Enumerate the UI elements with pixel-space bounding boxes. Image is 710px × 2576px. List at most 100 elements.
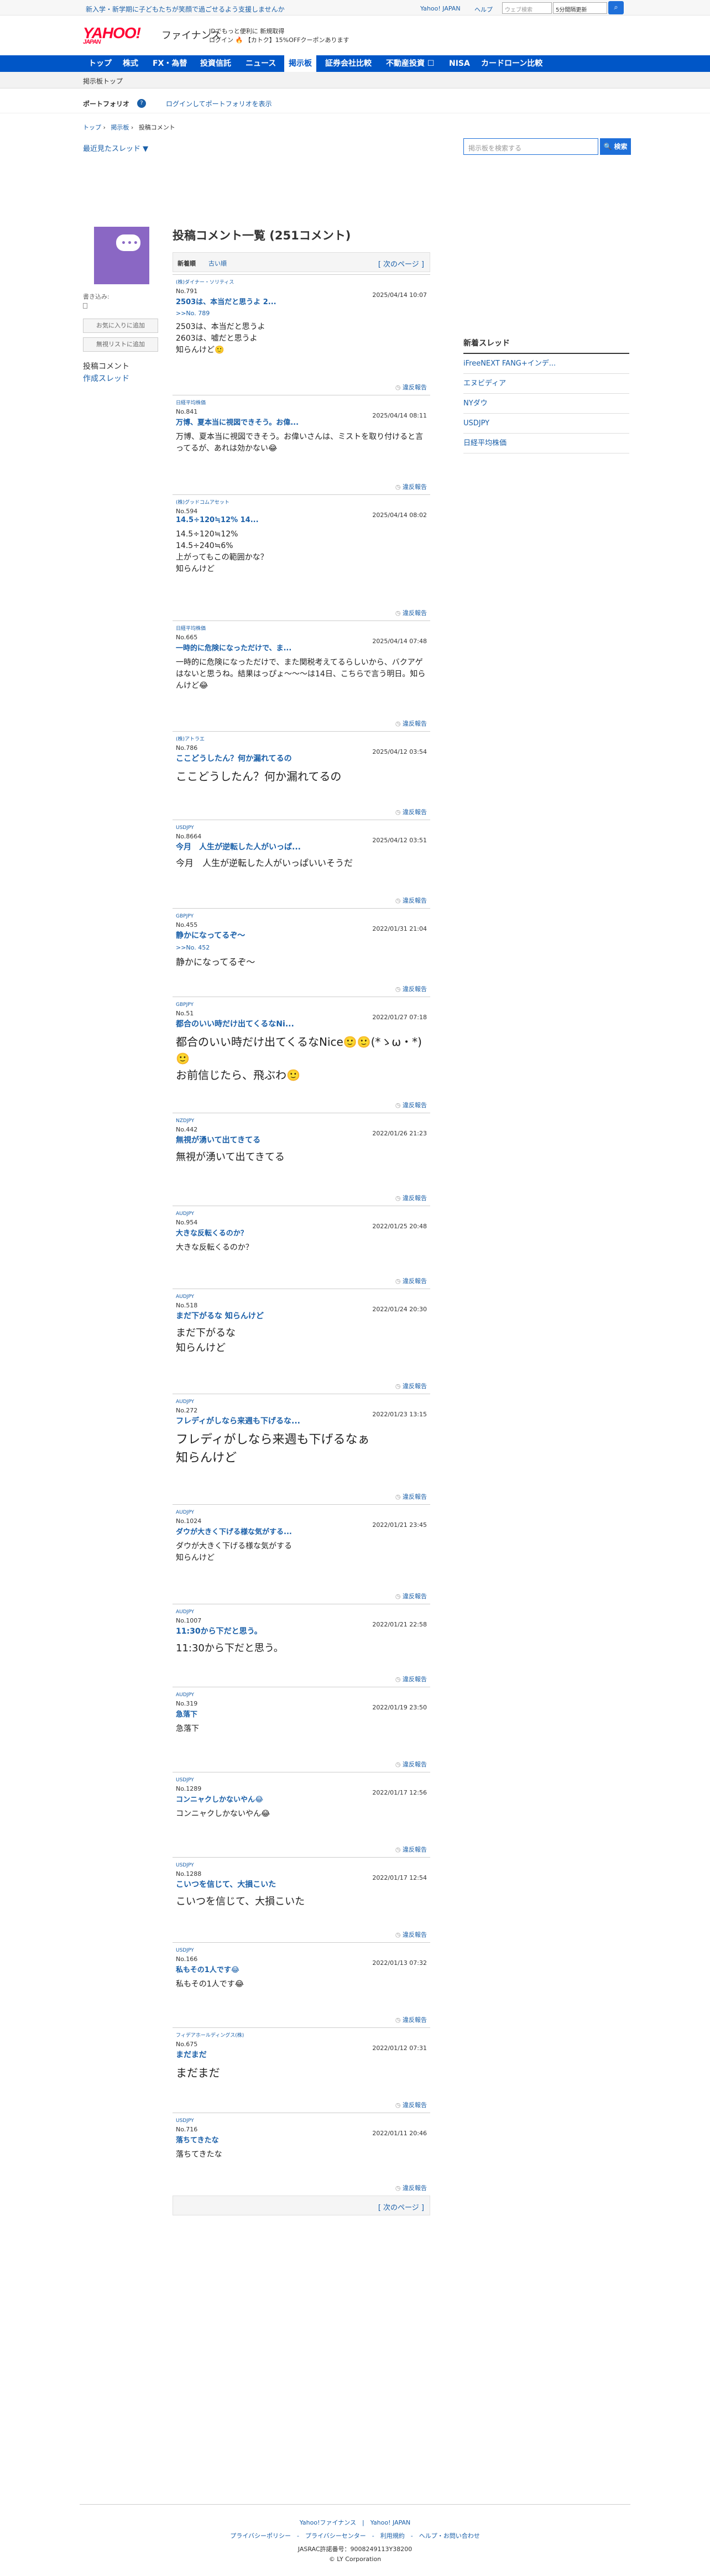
post-stock-link[interactable]: USDJPY	[176, 825, 427, 832]
board-search-button[interactable]: 🔍 検索	[600, 138, 631, 155]
report-link[interactable]: 違反報告	[395, 1492, 427, 1501]
post-stock-link[interactable]: AUDJPY	[176, 1211, 427, 1218]
sidebar-item-posts[interactable]: 投稿コメント	[83, 361, 129, 372]
tab-newest[interactable]: 新着順	[178, 259, 196, 268]
post-item: (株)ダイナー・ソリティス No.791 2025/04/14 10:07 2503は…	[173, 274, 430, 395]
report-link[interactable]: 違反報告	[395, 896, 427, 905]
login-promo[interactable]: ログイン 🔥 【カトク】15%OFFクーポンあります	[209, 35, 349, 44]
report-link[interactable]: 違反報告	[395, 1193, 427, 1202]
breadcrumb-board[interactable]: 掲示板	[111, 124, 129, 131]
post-item: 日経平均株価 No.841 2025/04/14 08:11 万博、夏本当に視図できそ…	[173, 395, 430, 494]
post-stock-link[interactable]: フィデアホールディングス(株)	[176, 2032, 427, 2040]
nav-item[interactable]: FX・為替	[153, 55, 187, 72]
report-link[interactable]: 違反報告	[395, 608, 427, 617]
post-stock-link[interactable]: 日経平均株価	[176, 400, 427, 407]
tab-oldest[interactable]: 古い順	[208, 259, 227, 268]
post-stock-link[interactable]: USDJPY	[176, 1862, 427, 1869]
post-body: 無視が湧いて出てきてる	[176, 1151, 285, 1163]
post-stock-link[interactable]: NZDJPY	[176, 1118, 427, 1125]
post-stock-link[interactable]: AUDJPY	[176, 1294, 427, 1301]
breadcrumb-top[interactable]: トップ	[83, 124, 101, 131]
post-stock-link[interactable]: USDJPY	[176, 1777, 427, 1784]
post-reply-link[interactable]: >>No. 452	[176, 944, 427, 951]
post-stock-link[interactable]: 日経平均株価	[176, 625, 427, 633]
web-search-input[interactable]: ウェブ検索	[502, 2, 552, 14]
nav-item[interactable]: ニュース	[246, 55, 276, 72]
post-date: 2022/01/21 23:45	[372, 1521, 427, 1529]
report-link[interactable]: 違反報告	[395, 482, 427, 491]
yahoo-logo[interactable]: YAHOO! JAPAN	[83, 24, 141, 45]
portfolio-login-link[interactable]: ログインしてポートフォリオを表示	[166, 99, 272, 108]
report-link[interactable]: 違反報告	[395, 1101, 427, 1109]
post-date: 2022/01/17 12:56	[372, 1789, 427, 1796]
post-body: 今月 人生が逆転した人がいっぱいいそうだ	[176, 858, 353, 868]
next-page-link[interactable]: [ 次のページ ]	[378, 258, 424, 269]
post-stock-link[interactable]: GBPJPY	[176, 1002, 427, 1009]
post-stock-link[interactable]: AUDJPY	[176, 1609, 427, 1616]
report-link[interactable]: 違反報告	[395, 1276, 427, 1285]
nav-item[interactable]: トップ	[88, 55, 112, 72]
report-link[interactable]: 違反報告	[395, 807, 427, 816]
yahoo-japan-link[interactable]: Yahoo! JAPAN	[420, 5, 461, 12]
new-thread-item[interactable]: エヌビディア	[463, 374, 629, 394]
post-stock-link[interactable]: AUDJPY	[176, 1509, 427, 1516]
report-link[interactable]: 違反報告	[395, 1845, 427, 1854]
board-top-link[interactable]: 掲示板トップ	[83, 76, 123, 86]
new-thread-item[interactable]: 日経平均株価	[463, 434, 629, 453]
nav-item[interactable]: 証券会社比較	[325, 55, 372, 72]
post-stock-link[interactable]: USDJPY	[176, 2118, 427, 2125]
nav-item[interactable]: 不動産投資 ☐	[386, 55, 434, 72]
next-page-link-bottom[interactable]: [ 次のページ ]	[378, 2202, 424, 2212]
search-icon[interactable]: ⌕	[608, 1, 624, 14]
post-reply-link[interactable]: >>No. 789	[176, 310, 427, 317]
recent-threads-toggle[interactable]: 最近見たスレッド ▼	[83, 143, 148, 153]
report-link[interactable]: 違反報告	[395, 2183, 427, 2192]
footer-jasrac: JASRAC許諾番号：9008249113Y38200	[297, 2546, 413, 2553]
post-body: 14.5÷120≒12% 14.5÷240≒6% 上がってもこの範囲かな？ 知ら…	[176, 530, 268, 573]
nav-item[interactable]: カードローン比較	[481, 55, 542, 72]
post-body: コンニャクしかないやん😂	[176, 1810, 270, 1818]
add-ignore-button[interactable]: 無視リストに追加	[83, 337, 158, 352]
post-stock-link[interactable]: (株)グッドコムアセット	[176, 499, 427, 507]
new-thread-item[interactable]: NYダウ	[463, 394, 629, 414]
promo-link[interactable]: 新入学・新学期に子どもたちが笑顔で過ごせるよう支援しませんか	[86, 4, 285, 14]
post-item: 日経平均株価 No.665 2025/04/14 07:48 一時的に危険になっただけ…	[173, 620, 430, 731]
report-link[interactable]: 違反報告	[395, 2015, 427, 2024]
post-body: 静かになってるぞ〜	[176, 957, 255, 967]
post-stock-link[interactable]: AUDJPY	[176, 1692, 427, 1699]
post-stock-link[interactable]: (株)ダイナー・ソリティス	[176, 279, 427, 286]
new-thread-item[interactable]: iFreeNEXT FANG+インデ...	[463, 354, 629, 374]
report-link[interactable]: 違反報告	[395, 719, 427, 728]
report-link[interactable]: 違反報告	[395, 1675, 427, 1683]
owner-label: 書き込み:	[83, 293, 109, 300]
add-favorite-button[interactable]: お気に入りに追加	[83, 319, 158, 333]
footer-policy-links[interactable]: プライバシーポリシー - プライバシーセンター - 利用規約 - ヘルプ・お問い…	[80, 2531, 630, 2540]
report-link[interactable]: 違反報告	[395, 383, 427, 392]
report-link[interactable]: 違反報告	[395, 2100, 427, 2109]
nav-item[interactable]: 株式	[123, 55, 138, 72]
nav-item[interactable]: 投資信託	[200, 55, 231, 72]
post-item: AUDJPYNo.3192022/01/19 23:50急落下急落下違反報告	[173, 1687, 430, 1772]
sidebar-item-threads[interactable]: 作成スレッド	[83, 373, 129, 384]
nav-item-active[interactable]: 掲示板	[284, 55, 316, 72]
post-date: 2022/01/27 07:18	[372, 1014, 427, 1021]
post-stock-link[interactable]: AUDJPY	[176, 1399, 427, 1406]
new-thread-item[interactable]: USDJPY	[463, 414, 629, 434]
report-link[interactable]: 違反報告	[395, 1381, 427, 1390]
post-stock-link[interactable]: (株)アトラエ	[176, 736, 427, 743]
post-date: 2025/04/14 08:02	[372, 512, 427, 519]
post-item: (株)アトラエ No.786 2025/04/12 03:54 ここどうしたん？何か漏…	[173, 731, 430, 820]
post-stock-link[interactable]: GBPJPY	[176, 913, 427, 920]
refresh-interval-select[interactable]: 5分間隔更新	[553, 2, 607, 14]
help-link[interactable]: ヘルプ	[474, 5, 493, 14]
board-search-input[interactable]: 掲示板を検索する 🔍 検索	[463, 138, 631, 155]
footer-links[interactable]: Yahoo!ファイナンス | Yahoo! JAPAN	[80, 2518, 630, 2527]
help-icon[interactable]: ?	[137, 99, 146, 108]
report-link[interactable]: 違反報告	[395, 1930, 427, 1939]
id-promo[interactable]: IDでもっと便利に 新規取得	[209, 27, 284, 35]
report-link[interactable]: 違反報告	[395, 984, 427, 993]
report-link[interactable]: 違反報告	[395, 1760, 427, 1769]
post-stock-link[interactable]: USDJPY	[176, 1947, 427, 1954]
report-link[interactable]: 違反報告	[395, 1592, 427, 1600]
nav-item[interactable]: NISA	[449, 55, 470, 72]
